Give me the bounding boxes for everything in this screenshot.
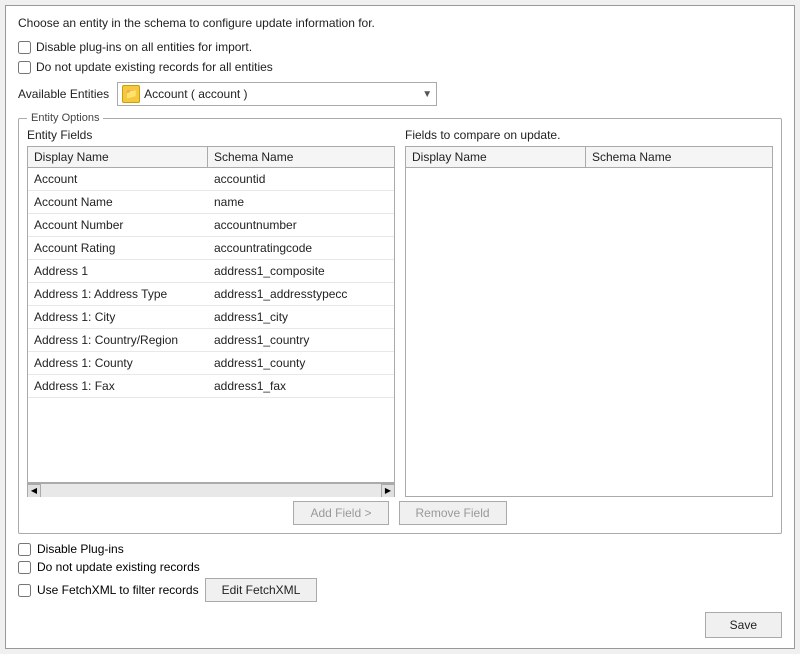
schema-name-cell: accountnumber: [208, 214, 394, 236]
table-row[interactable]: Account Numberaccountnumber: [28, 214, 394, 237]
no-update-global-checkbox[interactable]: [18, 61, 31, 74]
available-entities-row: Available Entities 📁 Account ( account )…: [18, 82, 782, 106]
scroll-track: [41, 484, 381, 497]
table-row[interactable]: Account Ratingaccountratingcode: [28, 237, 394, 260]
fields-compare-section: Fields to compare on update. Display Nam…: [405, 128, 773, 497]
schema-name-cell: address1_fax: [208, 375, 394, 397]
add-remove-buttons-row: Add Field > Remove Field: [27, 501, 773, 525]
disable-plugins-label: Disable Plug-ins: [37, 542, 124, 556]
entity-fields-section: Entity Fields Display Name Schema Name A…: [27, 128, 395, 497]
display-name-cell: Account Name: [28, 191, 208, 213]
description-text: Choose an entity in the schema to config…: [18, 16, 782, 30]
no-update-row: Do not update existing records: [18, 560, 782, 574]
table-row[interactable]: Accountaccountid: [28, 168, 394, 191]
scroll-right-btn[interactable]: ▶: [381, 484, 395, 498]
display-name-cell: Address 1: Country/Region: [28, 329, 208, 351]
compare-display-name-header: Display Name: [406, 147, 586, 167]
table-row[interactable]: Address 1: Country/Regionaddress1_countr…: [28, 329, 394, 352]
display-name-header: Display Name: [28, 147, 208, 167]
main-dialog: Choose an entity in the schema to config…: [5, 5, 795, 649]
display-name-cell: Address 1: City: [28, 306, 208, 328]
save-button[interactable]: Save: [705, 612, 782, 638]
schema-name-cell: address1_composite: [208, 260, 394, 282]
display-name-cell: Address 1: [28, 260, 208, 282]
no-update-global-label: Do not update existing records for all e…: [36, 60, 273, 74]
compare-schema-name-header: Schema Name: [586, 147, 772, 167]
fields-compare-table-header: Display Name Schema Name: [406, 147, 772, 168]
table-row[interactable]: Address 1: Faxaddress1_fax: [28, 375, 394, 398]
edit-fetchxml-button[interactable]: Edit FetchXML: [205, 578, 318, 602]
entity-fields-label: Entity Fields: [27, 128, 395, 142]
no-update-checkbox[interactable]: [18, 561, 31, 574]
disable-plugins-global-checkbox[interactable]: [18, 41, 31, 54]
disable-plugins-row: Disable Plug-ins: [18, 542, 782, 556]
use-fetchxml-checkbox[interactable]: [18, 584, 31, 597]
entity-select-text: Account ( account ): [144, 87, 422, 101]
scroll-left-btn[interactable]: ◀: [27, 484, 41, 498]
table-row[interactable]: Address 1: Cityaddress1_city: [28, 306, 394, 329]
display-name-cell: Account: [28, 168, 208, 190]
no-update-global-row: Do not update existing records for all e…: [18, 60, 782, 74]
display-name-cell: Address 1: County: [28, 352, 208, 374]
available-entities-label: Available Entities: [18, 87, 109, 101]
fields-compare-table: Display Name Schema Name: [405, 146, 773, 497]
add-field-button[interactable]: Add Field >: [293, 501, 388, 525]
entity-options-fieldset: Entity Options Entity Fields Display Nam…: [18, 112, 782, 534]
no-update-label: Do not update existing records: [37, 560, 200, 574]
table-row[interactable]: Address 1: Countyaddress1_county: [28, 352, 394, 375]
entity-fields-table-body[interactable]: AccountaccountidAccount NamenameAccount …: [28, 168, 394, 482]
disable-plugins-global-label: Disable plug-ins on all entities for imp…: [36, 40, 252, 54]
footer-row: Save: [18, 612, 782, 638]
entity-select[interactable]: 📁 Account ( account ) ▼: [117, 82, 437, 106]
remove-field-button[interactable]: Remove Field: [399, 501, 507, 525]
display-name-cell: Account Rating: [28, 237, 208, 259]
display-name-cell: Address 1: Fax: [28, 375, 208, 397]
table-row[interactable]: Account Namename: [28, 191, 394, 214]
schema-name-cell: accountratingcode: [208, 237, 394, 259]
entity-fields-table: Display Name Schema Name Accountaccounti…: [27, 146, 395, 483]
schema-name-cell: address1_addresstypecc: [208, 283, 394, 305]
entity-select-arrow-icon: ▼: [422, 89, 432, 100]
use-fetchxml-label: Use FetchXML to filter records: [37, 583, 199, 597]
schema-name-cell: address1_country: [208, 329, 394, 351]
horizontal-scrollbar[interactable]: ◀ ▶: [27, 483, 395, 497]
schema-name-cell: accountid: [208, 168, 394, 190]
entity-icon: 📁: [122, 85, 140, 103]
schema-name-header: Schema Name: [208, 147, 394, 167]
table-row[interactable]: Address 1: Address Typeaddress1_addresst…: [28, 283, 394, 306]
display-name-cell: Account Number: [28, 214, 208, 236]
bottom-options: Disable Plug-ins Do not update existing …: [18, 542, 782, 602]
fields-compare-label: Fields to compare on update.: [405, 128, 773, 142]
disable-plugins-checkbox[interactable]: [18, 543, 31, 556]
entity-fields-table-header: Display Name Schema Name: [28, 147, 394, 168]
fields-compare-table-body[interactable]: [406, 168, 772, 496]
schema-name-cell: address1_city: [208, 306, 394, 328]
entity-options-legend: Entity Options: [27, 112, 103, 124]
schema-name-cell: address1_county: [208, 352, 394, 374]
use-fetchxml-row: Use FetchXML to filter records Edit Fetc…: [18, 578, 782, 602]
display-name-cell: Address 1: Address Type: [28, 283, 208, 305]
table-row[interactable]: Address 1address1_composite: [28, 260, 394, 283]
schema-name-cell: name: [208, 191, 394, 213]
disable-plugins-global-row: Disable plug-ins on all entities for imp…: [18, 40, 782, 54]
